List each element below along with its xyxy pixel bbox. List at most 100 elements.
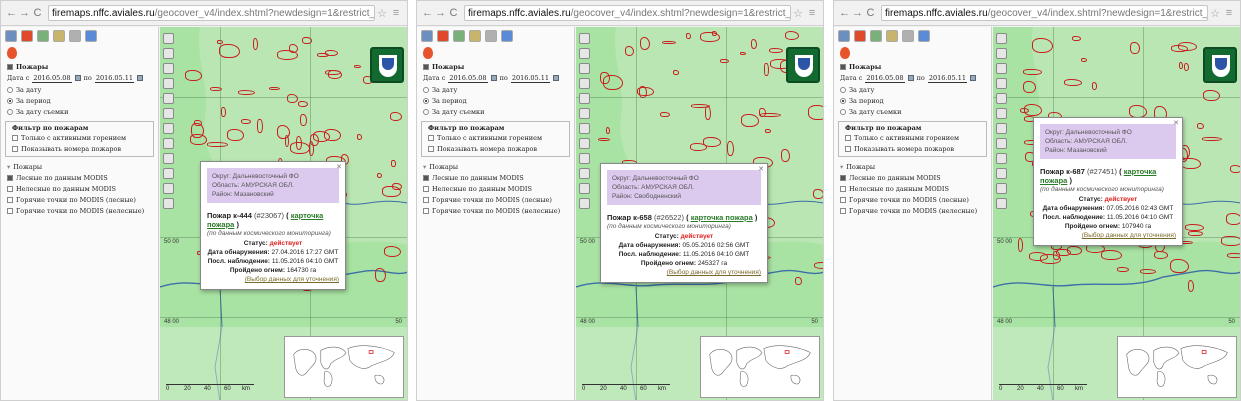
layers-icon[interactable] [5,30,17,42]
back-icon[interactable]: ← [838,7,851,19]
checkbox[interactable] [840,185,846,192]
checkbox[interactable] [423,196,429,203]
fire-perimeter[interactable] [317,52,329,57]
undo-icon[interactable] [163,198,174,209]
fire-perimeter[interactable] [1067,246,1082,256]
fire-tab-icon[interactable] [854,30,866,42]
overview-map[interactable] [1117,336,1237,398]
fires-checkbox[interactable] [7,63,13,70]
fire-map[interactable]: 50 00 48 00 50 0 20 40 60 km ✕ Округ: Да… [993,27,1240,400]
radio-button[interactable] [423,86,429,93]
date-to-input[interactable]: 2016.05.11 [927,74,968,83]
fire-perimeter[interactable] [1020,107,1030,113]
forest-icon[interactable] [870,30,882,42]
fire-map[interactable]: 50 00 48 00 50 0 20 40 60 km ✕ Округ: Да… [576,27,823,400]
checkbox[interactable] [423,185,429,192]
fire-perimeter[interactable] [1170,259,1189,274]
gear-icon[interactable] [902,30,914,42]
checkbox[interactable] [428,145,434,152]
zoom-in-icon[interactable] [579,63,590,74]
layer-hotspots-forest[interactable]: Горячие точки по MODIS (лесные) [417,194,574,205]
fire-perimeter[interactable] [290,142,311,154]
fire-tab-icon[interactable] [437,30,449,42]
radio-button[interactable] [7,97,13,104]
radio-by-period[interactable]: За период [834,95,991,106]
fire-perimeter[interactable] [1091,82,1098,90]
print-icon[interactable] [579,183,590,194]
tools-icon[interactable] [469,30,481,42]
fire-perimeter[interactable] [1154,251,1168,259]
layer-hotspots-nonforest[interactable]: Горячие точки по MODIS (нелесные) [834,205,991,216]
forest-icon[interactable] [37,30,49,42]
fire-perimeter[interactable] [220,107,226,118]
filter-active-only[interactable]: Только с активными горением [6,132,153,143]
calendar-icon[interactable] [553,75,560,81]
fire-tab-icon[interactable] [21,30,33,42]
info-icon[interactable] [579,138,590,149]
fire-perimeter[interactable] [390,112,402,122]
address-bar[interactable]: firemaps.nffc.aviales.ru /geocover_v4/in… [464,5,791,21]
fires-checkbox[interactable] [840,63,846,70]
tools-icon[interactable] [53,30,65,42]
refine-data-link[interactable]: (Выбор данных для уточнения) [1040,232,1176,239]
radio-button[interactable] [423,108,429,115]
fire-perimeter[interactable] [323,128,341,142]
fire-perimeter[interactable] [768,48,783,54]
gear-icon[interactable] [69,30,81,42]
globe-icon[interactable] [163,33,174,44]
radio-by-shot-date[interactable]: За дату съемки [834,106,991,117]
fire-perimeter[interactable] [240,119,251,125]
info-icon[interactable] [163,138,174,149]
forward-icon[interactable]: → [851,7,864,19]
layer-modis-nonforest[interactable]: Нелесные по данным MODIS [1,183,158,194]
refine-data-link[interactable]: (Выбор данных для уточнения) [607,269,761,276]
layers-icon[interactable] [421,30,433,42]
undo-icon[interactable] [579,198,590,209]
reload-icon[interactable]: C [31,7,44,19]
fire-perimeter[interactable] [356,134,363,140]
fire-perimeter[interactable] [185,69,203,81]
fire-perimeter[interactable] [276,49,299,60]
fire-map[interactable]: 50 00 48 00 50 0 20 40 60 km ✕ Округ: Да… [160,27,407,400]
filter-show-numbers[interactable]: Показывать номера пожаров [839,143,986,154]
date-to-input[interactable]: 2016.05.11 [94,74,135,83]
fires-group-header[interactable]: ▾ Пожары [834,161,991,172]
zoom-box-icon[interactable] [579,108,590,119]
calendar-icon[interactable] [907,75,914,81]
fire-perimeter[interactable] [1230,165,1240,173]
date-to-input[interactable]: 2016.05.11 [510,74,551,83]
calendar-icon[interactable] [490,75,497,81]
radio-by-date[interactable]: За дату [834,84,991,95]
radio-button[interactable] [7,86,13,93]
table-icon[interactable] [85,30,97,42]
fire-perimeter[interactable] [784,31,799,40]
back-icon[interactable]: ← [5,7,18,19]
checkbox[interactable] [7,196,13,203]
checkbox[interactable] [7,174,13,181]
chevron-down-icon[interactable]: ▾ [7,163,10,171]
fire-perimeter[interactable] [1017,238,1024,252]
pan-hand-icon[interactable] [996,48,1007,59]
fire-perimeter[interactable] [269,86,281,91]
select-area-icon[interactable] [579,153,590,164]
fire-perimeter[interactable] [795,276,802,285]
close-icon[interactable]: ✕ [336,163,342,171]
fire-perimeter[interactable] [600,72,610,85]
fire-perimeter[interactable] [1184,224,1205,232]
calendar-icon[interactable] [970,75,977,81]
checkbox[interactable] [12,145,18,152]
address-bar[interactable]: firemaps.nffc.aviales.ru /geocover_v4/in… [48,5,375,21]
bookmark-star-icon[interactable]: ☆ [791,7,805,20]
layers-icon[interactable] [838,30,850,42]
radio-by-date[interactable]: За дату [417,84,574,95]
fire-perimeter[interactable] [690,142,708,151]
fire-perimeter[interactable] [726,141,734,156]
fire-perimeter[interactable] [719,58,729,64]
fire-perimeter[interactable] [1170,44,1189,52]
date-from-input[interactable]: 2016.05.08 [865,74,905,83]
fire-perimeter[interactable] [1128,104,1148,118]
forward-icon[interactable]: → [434,7,447,19]
fires-group-header[interactable]: ▾ Пожары [1,161,158,172]
reload-icon[interactable]: C [864,7,877,19]
print-icon[interactable] [996,183,1007,194]
